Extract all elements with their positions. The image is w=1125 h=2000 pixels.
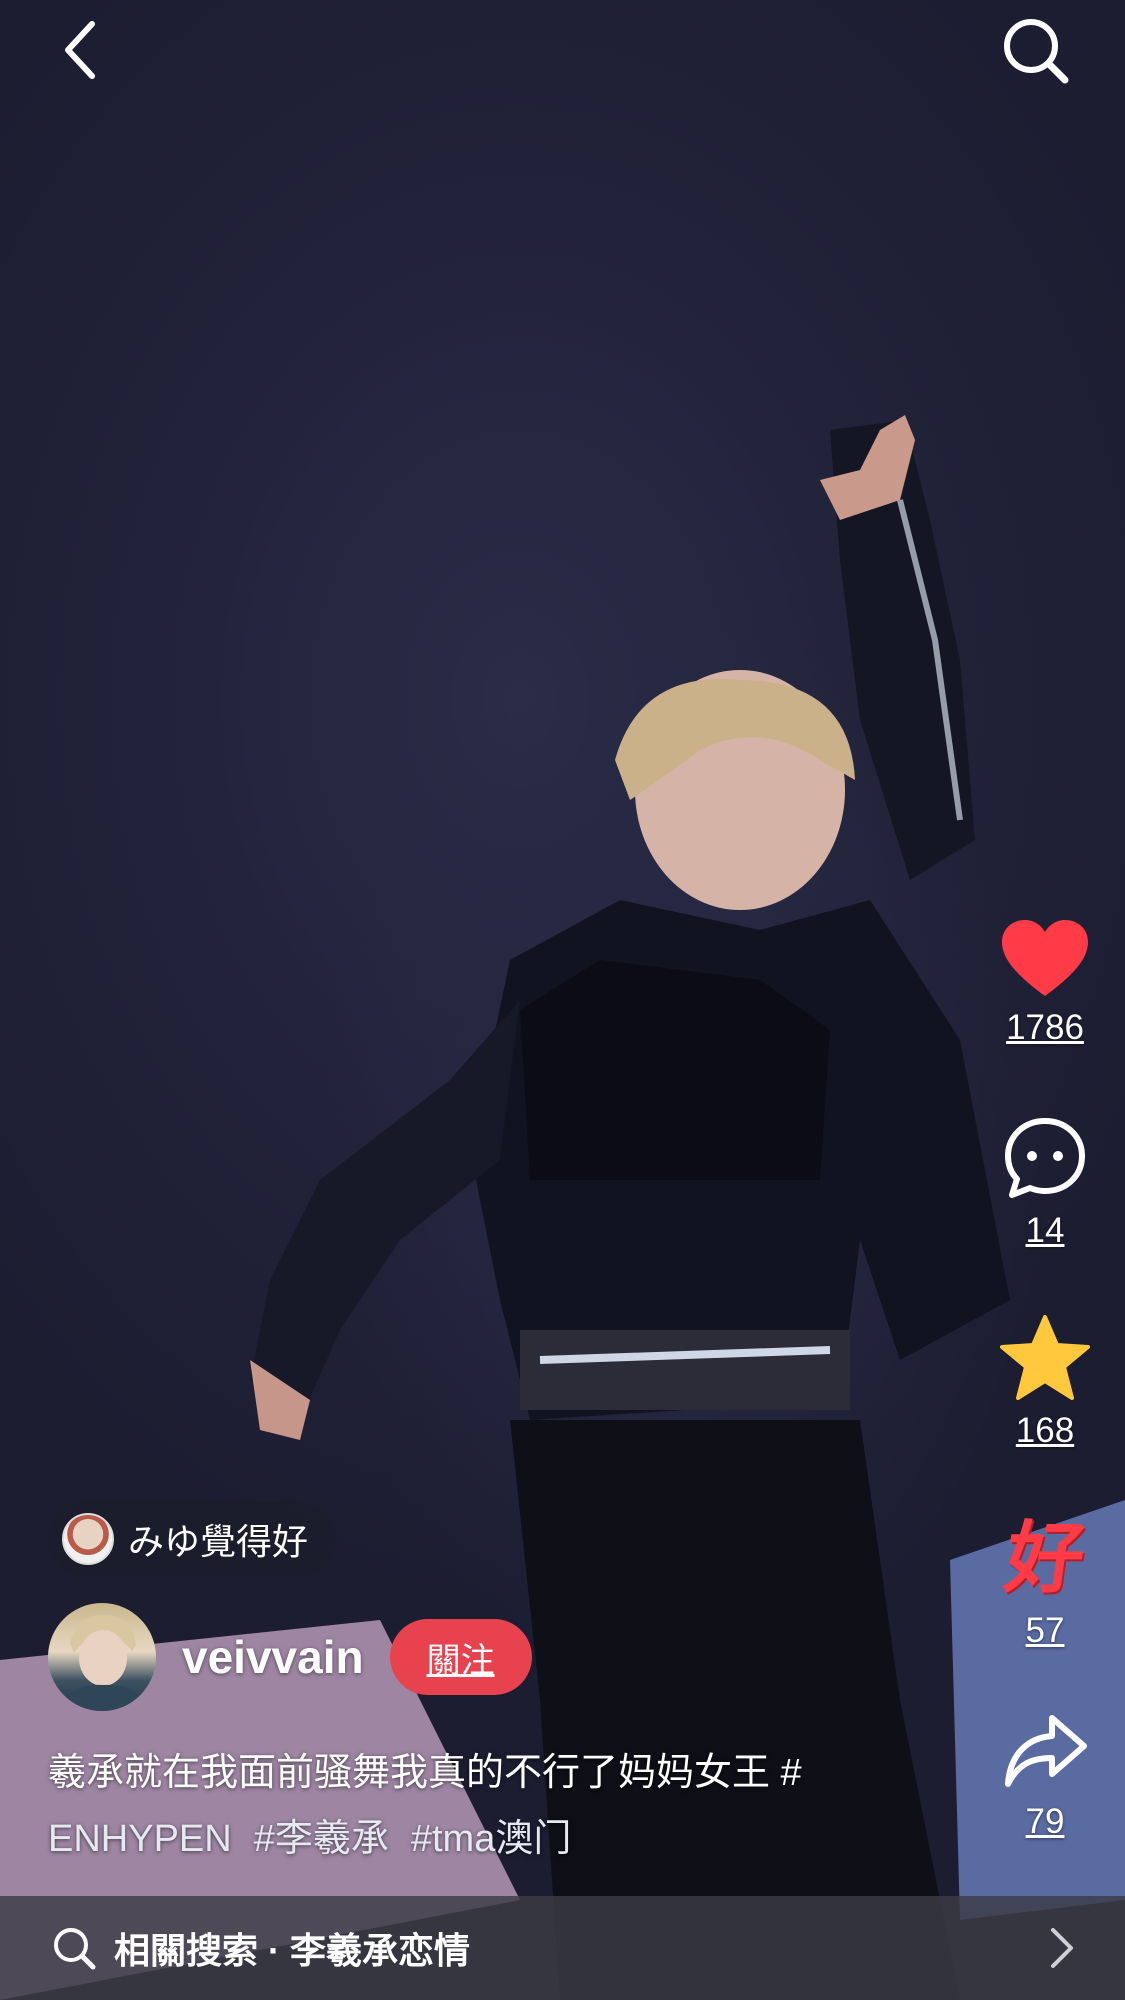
chevron-left-icon — [65, 21, 95, 79]
search-icon — [1004, 19, 1069, 84]
author-avatar-image — [58, 1614, 148, 1711]
hashtag[interactable]: ENHYPEN — [48, 1818, 232, 1860]
share-action[interactable]: 79 — [990, 1712, 1100, 1842]
comment-action[interactable]: 14 — [990, 1115, 1100, 1251]
caption-text: 羲承就在我面前骚舞我真的不行了妈妈女王 # — [48, 1752, 802, 1794]
back-button[interactable] — [40, 10, 120, 90]
hashtag[interactable]: #tma澳门 — [411, 1818, 571, 1860]
favorite-count: 168 — [1015, 1411, 1075, 1450]
good-action[interactable]: 好 57 — [990, 1514, 1100, 1651]
related-search-text: 相關搜索 · 李羲承恋情 — [114, 1930, 470, 1971]
good-count: 57 — [1025, 1611, 1065, 1650]
comment-icon — [1005, 1118, 1085, 1198]
comment-count: 14 — [1025, 1211, 1065, 1250]
recommend-text: みゆ覺得好 — [128, 1521, 309, 1562]
search-button[interactable] — [990, 5, 1080, 95]
chevron-right-icon — [1051, 1928, 1073, 1968]
like-count: 1786 — [1006, 1008, 1084, 1047]
share-count: 79 — [1025, 1802, 1065, 1841]
author-avatar[interactable] — [48, 1603, 156, 1711]
recommend-chip[interactable]: みゆ覺得好 — [48, 1502, 337, 1576]
author-name[interactable]: veivvain — [182, 1630, 364, 1684]
related-search-bar[interactable]: 相關搜索 · 李羲承恋情 — [0, 1896, 1125, 2000]
good-icon: 好 — [999, 1514, 1091, 1602]
hashtag[interactable]: #李羲承 — [254, 1818, 389, 1860]
search-icon — [54, 1928, 96, 1970]
share-icon — [1005, 1715, 1087, 1787]
video-screen[interactable]: 1786 14 168 好 57 79 みゆ覺得好 veivvain 關注 羲承… — [0, 0, 1125, 2000]
star-icon — [1000, 1315, 1090, 1400]
video-caption: 羲承就在我面前骚舞我真的不行了妈妈女王 # ENHYPEN #李羲承 #tma澳门 — [48, 1740, 908, 1872]
heart-icon — [1002, 920, 1088, 996]
author-row: veivvain 關注 — [48, 1602, 532, 1712]
like-action[interactable]: 1786 — [990, 920, 1100, 1048]
recommender-avatar — [62, 1513, 114, 1565]
follow-button[interactable]: 關注 — [389, 1619, 532, 1695]
favorite-action[interactable]: 168 — [990, 1315, 1100, 1451]
